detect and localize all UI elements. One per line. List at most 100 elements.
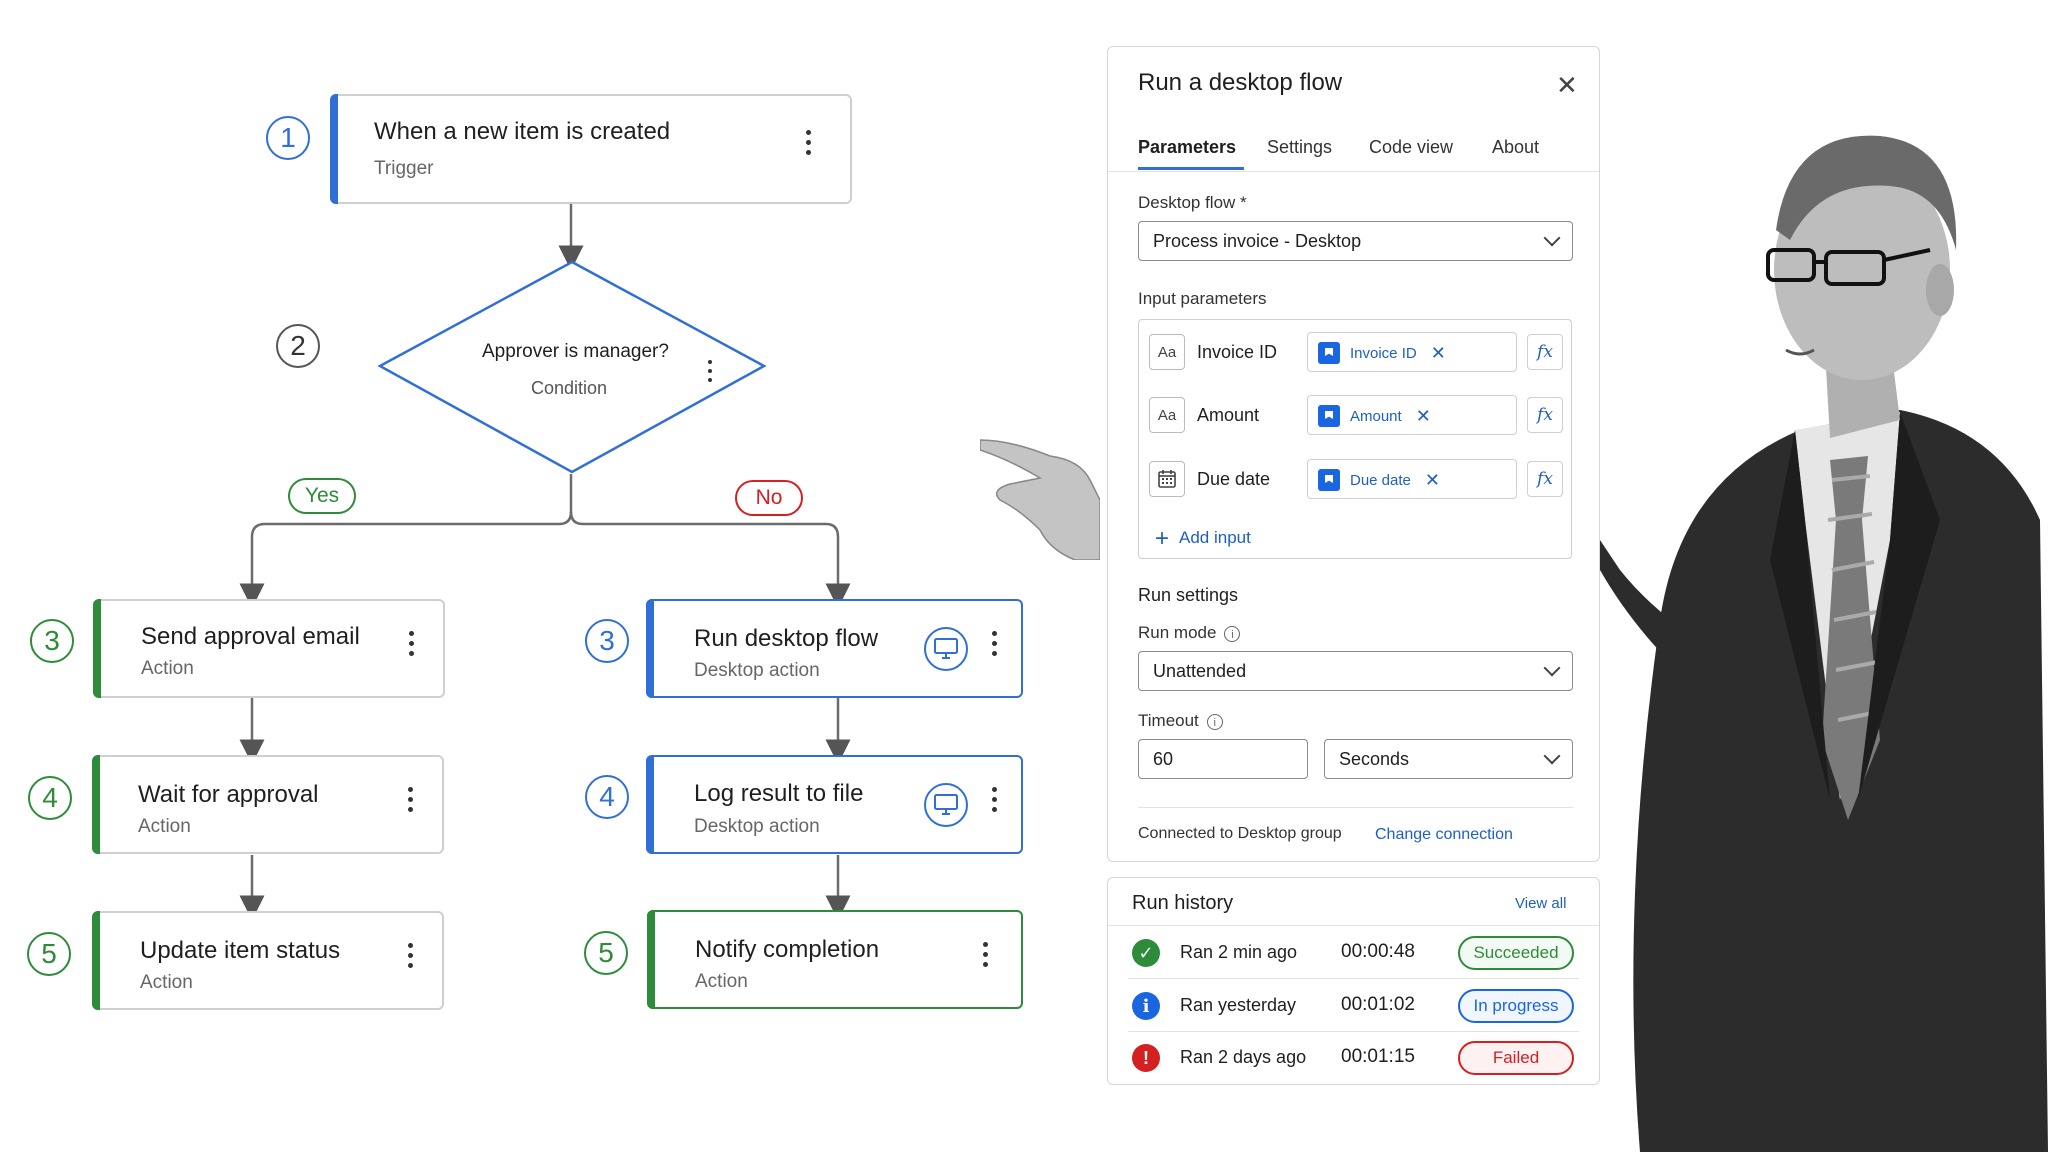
trigger-title: When a new item is created <box>374 118 671 145</box>
step-subtitle: Action <box>140 972 193 993</box>
token-label: Amount <box>1350 407 1402 425</box>
step-number-badge: 2 <box>276 324 320 368</box>
desktop-flow-select[interactable]: Process invoice - Desktop <box>1138 221 1573 261</box>
param-value-field[interactable]: Amount ✕ <box>1307 395 1517 435</box>
active-tab-indicator <box>1138 167 1244 170</box>
more-options-icon[interactable] <box>806 130 812 160</box>
run-history-row[interactable]: i Ran yesterday 00:01:02 In progress <box>1108 979 1599 1031</box>
step-number-badge: 1 <box>266 116 310 160</box>
step-subtitle: Desktop action <box>694 660 820 681</box>
token-icon <box>1318 342 1340 364</box>
view-all-link[interactable]: View all <box>1515 895 1566 912</box>
step-title: Update item status <box>140 937 341 964</box>
remove-token-icon[interactable]: ✕ <box>1431 343 1446 364</box>
add-input-label: Add input <box>1179 528 1251 547</box>
text-type-icon: Aa <box>1149 334 1185 370</box>
param-value-field[interactable]: Due date ✕ <box>1307 459 1517 499</box>
connection-text: Connected to Desktop group <box>1138 825 1342 842</box>
step-subtitle: Action <box>141 658 194 679</box>
log-result-to-file-card[interactable]: Log result to file Desktop action <box>646 755 1023 854</box>
info-icon: i <box>1132 992 1160 1020</box>
param-name: Due date <box>1197 469 1271 489</box>
fx-icon[interactable]: fx <box>1527 397 1563 433</box>
info-icon[interactable]: i <box>1224 625 1241 642</box>
input-parameters-list: Aa Invoice ID Invoice ID ✕ fx Aa Amount A… <box>1138 319 1572 559</box>
notify-completion-card[interactable]: Notify completion Action <box>647 910 1023 1009</box>
tab-about[interactable]: About <box>1492 137 1539 158</box>
more-options-icon[interactable] <box>408 787 414 817</box>
token-icon <box>1318 405 1340 427</box>
send-approval-email-card[interactable]: Send approval email Action <box>93 599 445 698</box>
step-number-badge: 5 <box>584 931 628 975</box>
check-icon: ✓ <box>1132 939 1160 967</box>
param-name: Invoice ID <box>1197 342 1278 362</box>
run-mode-select[interactable]: Unattended <box>1138 651 1573 691</box>
change-connection-link[interactable]: Change connection <box>1375 826 1513 844</box>
more-options-icon[interactable] <box>992 631 998 661</box>
update-item-status-card[interactable]: Update item status Action <box>92 911 444 1010</box>
info-icon[interactable]: i <box>1206 713 1223 730</box>
more-options-icon[interactable] <box>992 787 998 817</box>
more-options-icon[interactable] <box>983 942 989 972</box>
step-title: Notify completion <box>695 936 880 963</box>
fx-icon[interactable]: fx <box>1527 334 1563 370</box>
run-time-ago: Ran 2 days ago <box>1180 1047 1307 1067</box>
input-parameters-label: Input parameters <box>1138 289 1267 308</box>
flow-canvas: 1 When a new item is created Trigger 2 A… <box>0 0 2048 1152</box>
chevron-down-icon <box>1543 659 1561 677</box>
remove-token-icon[interactable]: ✕ <box>1425 470 1440 491</box>
run-desktop-flow-panel: Run a desktop flow ✕ Parameters Settings… <box>1107 46 1600 862</box>
step-number-badge: 3 <box>585 619 629 663</box>
tab-code-view[interactable]: Code view <box>1369 137 1453 158</box>
run-history-title: Run history <box>1132 892 1234 914</box>
condition-subtitle: Condition <box>531 378 608 398</box>
run-duration: 00:01:02 <box>1341 994 1415 1015</box>
token-icon <box>1318 469 1340 491</box>
chevron-down-icon <box>1543 229 1561 247</box>
status-badge: Succeeded <box>1458 936 1574 970</box>
branch-no-label: No <box>735 480 803 516</box>
step-number-badge: 4 <box>28 776 72 820</box>
wait-for-approval-card[interactable]: Wait for approval Action <box>92 755 444 854</box>
trigger-card[interactable]: When a new item is created Trigger <box>330 94 852 204</box>
step-number-badge: 4 <box>585 775 629 819</box>
tab-parameters[interactable]: Parameters <box>1138 137 1236 158</box>
plus-icon: + <box>1155 525 1170 552</box>
param-name: Amount <box>1197 405 1260 425</box>
run-history-row[interactable]: ✓ Ran 2 min ago 00:00:48 Succeeded <box>1108 926 1599 978</box>
remove-token-icon[interactable]: ✕ <box>1416 406 1431 427</box>
tab-settings[interactable]: Settings <box>1267 137 1332 158</box>
step-title: Wait for approval <box>138 781 319 808</box>
run-history-row[interactable]: ! Ran 2 days ago 00:01:15 Failed <box>1108 1031 1599 1083</box>
step-subtitle: Action <box>138 816 191 837</box>
condition-title: Approver is manager? <box>482 341 669 362</box>
fx-icon[interactable]: fx <box>1527 461 1563 497</box>
timeout-unit-select[interactable]: Seconds <box>1324 739 1573 779</box>
desktop-flow-value: Process invoice - Desktop <box>1153 231 1362 251</box>
presenter-photo <box>1600 135 2048 1152</box>
condition-diamond[interactable] <box>377 260 767 474</box>
tab-divider <box>1108 171 1599 172</box>
param-value-field[interactable]: Invoice ID ✕ <box>1307 332 1517 372</box>
connection-divider <box>1138 807 1573 808</box>
run-mode-value: Unattended <box>1153 661 1247 681</box>
panel-title: Run a desktop flow <box>1138 69 1343 96</box>
more-options-icon[interactable] <box>708 360 714 387</box>
add-input-button[interactable]: + Add input <box>1155 522 1251 552</box>
token-label: Due date <box>1350 471 1411 489</box>
more-options-icon[interactable] <box>409 631 415 661</box>
text-type-icon: Aa <box>1149 397 1185 433</box>
close-icon[interactable]: ✕ <box>1556 72 1578 98</box>
run-desktop-flow-card[interactable]: Run desktop flow Desktop action <box>646 599 1023 698</box>
step-subtitle: Action <box>695 971 748 992</box>
timeout-input[interactable]: 60 <box>1138 739 1308 779</box>
run-history-panel: Run history View all ✓ Ran 2 min ago 00:… <box>1107 877 1600 1085</box>
pointing-hand <box>980 439 1100 560</box>
run-duration: 00:00:48 <box>1341 941 1415 962</box>
timeout-value: 60 <box>1153 749 1174 769</box>
timeout-label: Timeout i <box>1138 711 1223 731</box>
status-badge: In progress <box>1458 989 1574 1023</box>
more-options-icon[interactable] <box>408 943 414 973</box>
step-title: Send approval email <box>141 623 360 650</box>
chevron-down-icon <box>1543 747 1561 765</box>
